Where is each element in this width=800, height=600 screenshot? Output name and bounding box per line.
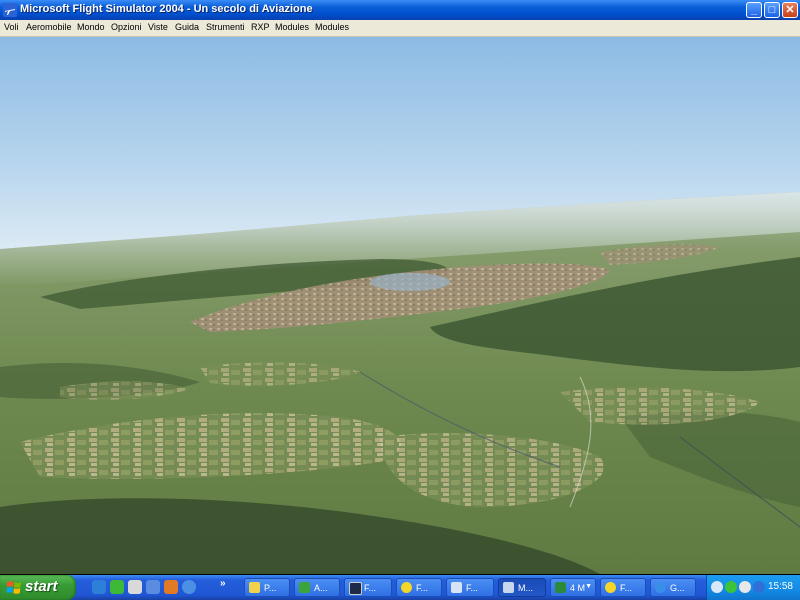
plane-icon [503, 582, 514, 593]
desktop-icon[interactable] [146, 580, 160, 594]
task-button[interactable]: G... [650, 578, 696, 597]
minimize-button[interactable]: _ [746, 2, 762, 18]
menu-modules-2[interactable]: Modules [315, 22, 349, 32]
plane-icon [451, 582, 462, 593]
excel-icon [555, 582, 566, 593]
window-title: Microsoft Flight Simulator 2004 - Un sec… [20, 3, 313, 15]
network-icon[interactable] [753, 581, 765, 593]
menu-guida[interactable]: Guida [175, 22, 199, 32]
volume-icon[interactable] [739, 581, 751, 593]
start-button[interactable]: start [0, 575, 76, 600]
flight-viewport[interactable] [0, 37, 800, 574]
media-icon[interactable] [128, 580, 142, 594]
ie-icon[interactable] [92, 580, 106, 594]
sun-icon [605, 582, 616, 593]
messenger-icon[interactable] [110, 580, 124, 594]
app-icon [299, 582, 310, 593]
firefox-icon[interactable] [164, 580, 178, 594]
menu-modules-1[interactable]: Modules [275, 22, 309, 32]
globe-icon [655, 582, 666, 593]
menu-bar: Voli Aeromobile Mondo Opzioni Viste Guid… [0, 20, 800, 37]
menu-viste[interactable]: Viste [148, 22, 168, 32]
chevron-down-icon: ▼ [585, 583, 592, 590]
sun-icon [401, 582, 412, 593]
maximize-button[interactable]: □ [764, 2, 780, 18]
title-bar[interactable]: Microsoft Flight Simulator 2004 - Un sec… [0, 0, 800, 20]
task-button[interactable]: F... [396, 578, 442, 597]
task-button[interactable]: P... [244, 578, 290, 597]
menu-opzioni[interactable]: Opzioni [111, 22, 142, 32]
scenery-view [0, 37, 800, 574]
close-button[interactable]: ✕ [782, 2, 798, 18]
plane-icon [3, 3, 17, 17]
search-icon[interactable] [182, 580, 196, 594]
windows-flag-icon [6, 581, 21, 594]
task-button[interactable]: F... [446, 578, 494, 597]
taskbar: start » P... A... F... F... F... M... 4 … [0, 575, 800, 600]
menu-voli[interactable]: Voli [4, 22, 19, 32]
window-icon [349, 582, 362, 595]
menu-mondo[interactable]: Mondo [77, 22, 105, 32]
task-button-active[interactable]: M... [498, 578, 546, 597]
messenger-tray-icon[interactable] [725, 581, 737, 593]
system-tray: 15:58 [706, 575, 800, 600]
task-button[interactable]: F... [344, 578, 392, 597]
menu-strumenti[interactable]: Strumenti [206, 22, 245, 32]
start-label: start [25, 578, 58, 595]
task-button-group[interactable]: 4 M ▼ [550, 578, 596, 597]
paint-icon [249, 582, 260, 593]
tray-expand-icon[interactable] [711, 581, 723, 593]
quicklaunch-chevron[interactable]: » [220, 578, 226, 589]
menu-aeromobile[interactable]: Aeromobile [26, 22, 72, 32]
menu-rxp[interactable]: RXP [251, 22, 270, 32]
task-button[interactable]: F... [600, 578, 646, 597]
task-button[interactable]: A... [294, 578, 340, 597]
clock[interactable]: 15:58 [768, 581, 793, 592]
